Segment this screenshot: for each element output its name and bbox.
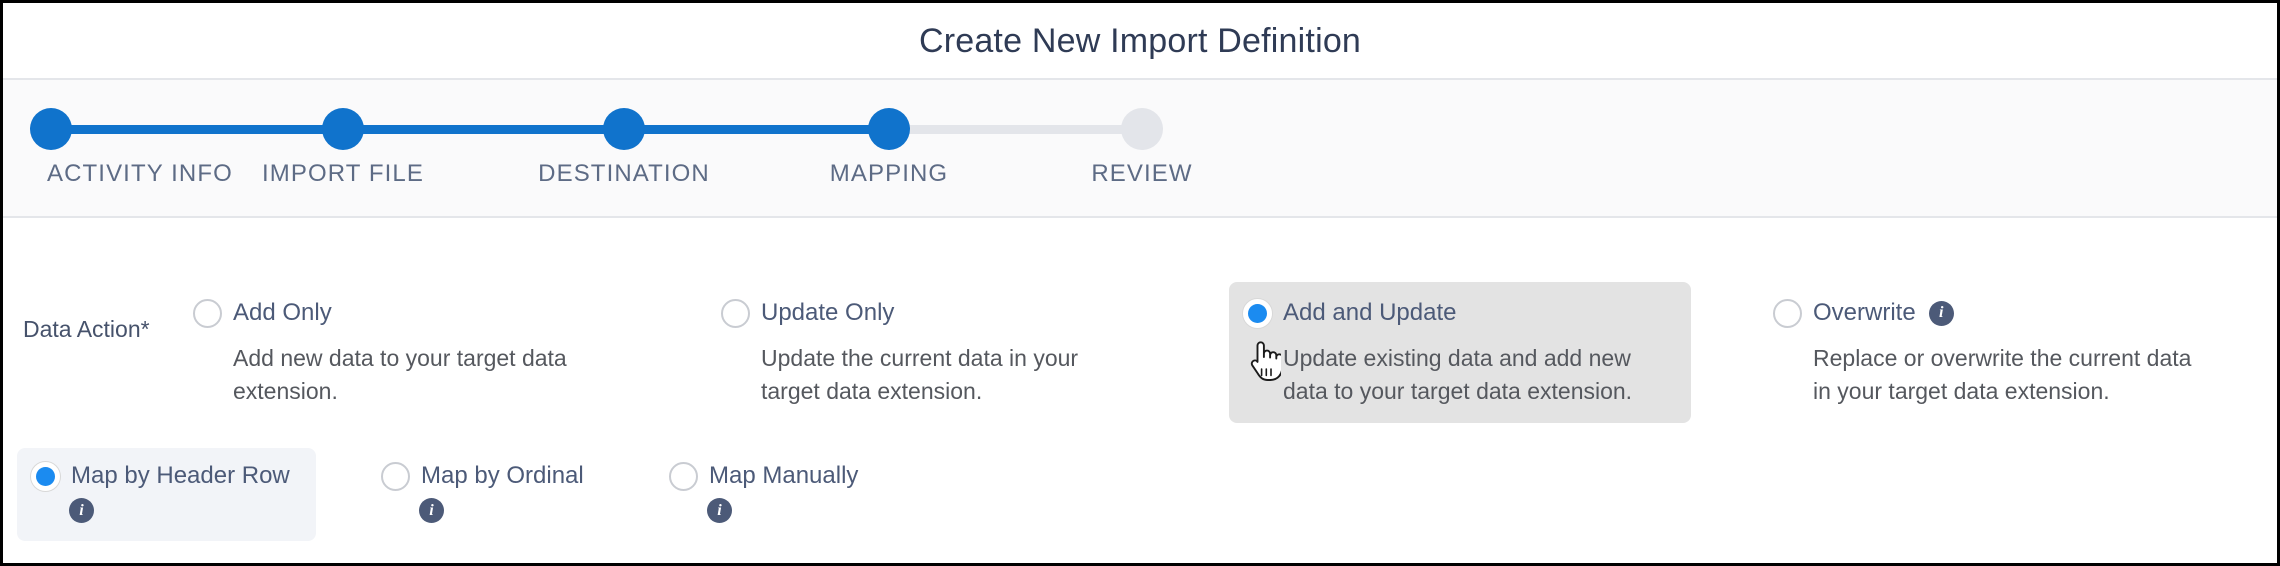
title-bar: Create New Import Definition [3, 3, 2277, 78]
step-dot-icon [868, 108, 910, 150]
option-title: Overwrite [1813, 299, 1916, 326]
step-dot-icon [322, 108, 364, 150]
mapping-option-manual[interactable]: Map Manually i [655, 448, 884, 541]
page-title: Create New Import Definition [918, 21, 1362, 60]
data-action-option-add-and-update[interactable]: Add and Update Update existing data and … [1229, 282, 1691, 424]
option-description: Add new data to your target data extensi… [233, 345, 567, 404]
wizard-stepper: ACTIVITY INFO IMPORT FILE DESTINATION MA… [30, 108, 1216, 208]
radio-button-map-by-header-row[interactable] [31, 461, 60, 491]
data-action-option-update-only[interactable]: Update Only Update the current data in y… [707, 282, 1127, 423]
radio-button-map-manually[interactable] [669, 461, 698, 491]
option-description: Update the current data in your target d… [761, 345, 1079, 404]
option-description: Update existing data and add new data to… [1283, 345, 1633, 404]
mapping-option-header-row[interactable]: Map by Header Row i [17, 448, 316, 541]
mapping-option-ordinal[interactable]: Map by Ordinal i [367, 448, 610, 541]
radio-button-update-only[interactable] [721, 298, 750, 328]
stepper-label-import-file: IMPORT FILE [262, 160, 424, 187]
option-title: Map by Header Row [71, 462, 290, 489]
option-header: Map by Header Row [31, 460, 290, 492]
data-action-group: Data Action* Add Only Add new data to yo… [3, 282, 2277, 432]
stepper-segment-3 [624, 125, 889, 134]
option-header: Add and Update [1243, 296, 1677, 330]
info-icon[interactable]: i [707, 498, 732, 523]
radio-button-overwrite[interactable] [1773, 298, 1802, 328]
info-wrapper: i [69, 498, 290, 523]
option-title: Add Only [233, 299, 332, 326]
step-dot-icon [603, 108, 645, 150]
stepper-segment-2 [343, 125, 624, 134]
step-dot-icon [1121, 108, 1163, 150]
data-action-option-overwrite[interactable]: Overwrite i Replace or overwrite the cur… [1759, 282, 2209, 423]
option-description: Replace or overwrite the current data in… [1813, 345, 2192, 404]
stepper-label-mapping: MAPPING [829, 160, 949, 187]
option-title: Map by Ordinal [421, 462, 584, 489]
stepper-segment-1 [51, 125, 343, 134]
option-header: Map by Ordinal [381, 460, 584, 492]
stepper-label-review: REVIEW [1091, 160, 1193, 187]
mapping-mode-group: Map by Header Row i Map by Ordinal i Map… [3, 448, 2277, 558]
option-header: Add Only [193, 296, 585, 330]
wizard-body: Data Action* Add Only Add new data to yo… [3, 220, 2277, 563]
data-action-label: Data Action* [23, 316, 150, 342]
info-wrapper: i [419, 498, 584, 523]
radio-button-map-by-ordinal[interactable] [381, 461, 410, 491]
info-icon[interactable]: i [419, 498, 444, 523]
option-title: Update Only [761, 299, 895, 326]
stepper-label-destination: DESTINATION [538, 160, 710, 187]
step-dot-icon [30, 108, 72, 150]
stepper-segment-4 [889, 125, 1142, 134]
radio-button-add-only[interactable] [193, 298, 222, 328]
option-header: Overwrite i [1773, 296, 2195, 330]
info-icon[interactable]: i [69, 498, 94, 523]
data-action-option-add-only[interactable]: Add Only Add new data to your target dat… [179, 282, 599, 423]
radio-button-add-and-update[interactable] [1243, 298, 1272, 328]
option-title: Map Manually [709, 462, 859, 489]
wizard-progress-band: ACTIVITY INFO IMPORT FILE DESTINATION MA… [3, 78, 2277, 218]
info-icon[interactable]: i [1928, 300, 1954, 326]
option-header: Update Only [721, 296, 1113, 330]
import-definition-wizard: Create New Import Definition ACTIVITY IN… [0, 0, 2280, 566]
stepper-label-activity-info: ACTIVITY INFO [47, 160, 233, 187]
option-title: Add and Update [1283, 299, 1457, 326]
option-header: Map Manually [669, 460, 858, 492]
info-wrapper: i [707, 498, 858, 523]
